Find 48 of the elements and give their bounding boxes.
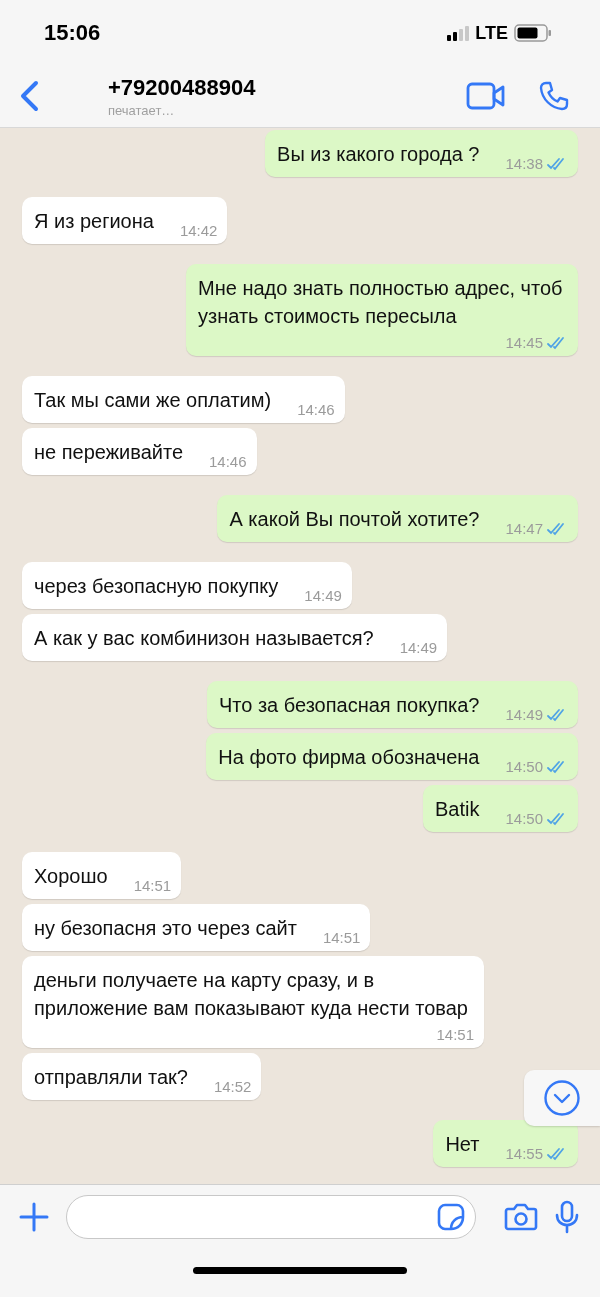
message-text: Batik (435, 797, 480, 822)
message-text: Нет (445, 1132, 480, 1157)
message-text: Мне надо знать полностью адрес, чтоб узнать стоимость пересыла (198, 276, 564, 329)
network-label: LTE (475, 22, 508, 44)
message-time: 14:49 (505, 706, 543, 723)
message-time: 14:38 (505, 155, 543, 172)
microphone-icon[interactable] (554, 1200, 580, 1234)
add-icon[interactable] (18, 1201, 50, 1233)
message-text: Так мы сами же оплатим) (34, 388, 272, 413)
message-text: На фото фирма обозначена (218, 745, 480, 770)
message-text: А какой Вы почтой хотите? (229, 507, 480, 532)
message-text: деньги получаете на карту сразу, и в приложение вам показывают куда нести товар (34, 968, 469, 1021)
message-time: 14:51 (133, 877, 172, 894)
message-time: 14:51 (436, 1026, 474, 1043)
message-time: 14:52 (213, 1078, 252, 1095)
message-text: не переживайте (34, 440, 183, 465)
message-time: 14:55 (505, 1145, 543, 1162)
message-text: ну безопасня это через сайт (34, 916, 297, 941)
message-text: через безопасную покупку (34, 574, 279, 599)
message-text: А как у вас комбинизон называется? (34, 626, 374, 651)
status-time: 15:06 (44, 20, 101, 46)
battery-icon (514, 24, 552, 42)
message-text: Хорошо (34, 864, 108, 889)
message-time: 14:51 (322, 929, 361, 946)
message-time: 14:49 (304, 587, 342, 604)
video-call-icon[interactable] (466, 82, 506, 110)
contact-status: печатает… (108, 102, 175, 118)
back-icon[interactable] (18, 80, 40, 112)
message-text: Я из региона (34, 209, 154, 234)
message-time: 14:46 (209, 453, 247, 470)
message-time: 14:50 (505, 758, 543, 775)
sticker-icon[interactable] (437, 1203, 465, 1231)
message-time: 14:42 (179, 222, 218, 239)
message-input-field[interactable] (66, 1195, 476, 1239)
message-time: 14:49 (399, 639, 438, 656)
contact-name[interactable]: +79200488904 (108, 74, 256, 101)
scroll-down-button[interactable] (524, 1070, 600, 1126)
message-text: отправляли так? (34, 1065, 188, 1090)
signal-icon (447, 25, 472, 41)
message-time: 14:50 (505, 810, 543, 827)
chevron-down-icon[interactable] (543, 1079, 581, 1117)
camera-icon[interactable] (504, 1203, 538, 1231)
phone-call-icon[interactable] (538, 80, 570, 112)
message-time: 14:46 (297, 401, 335, 418)
message-text: Вы из какого города ? (277, 142, 480, 167)
message-time: 14:45 (505, 334, 543, 351)
message-text: Что за безопасная покупка? (218, 693, 480, 718)
message-time: 14:47 (505, 520, 543, 537)
